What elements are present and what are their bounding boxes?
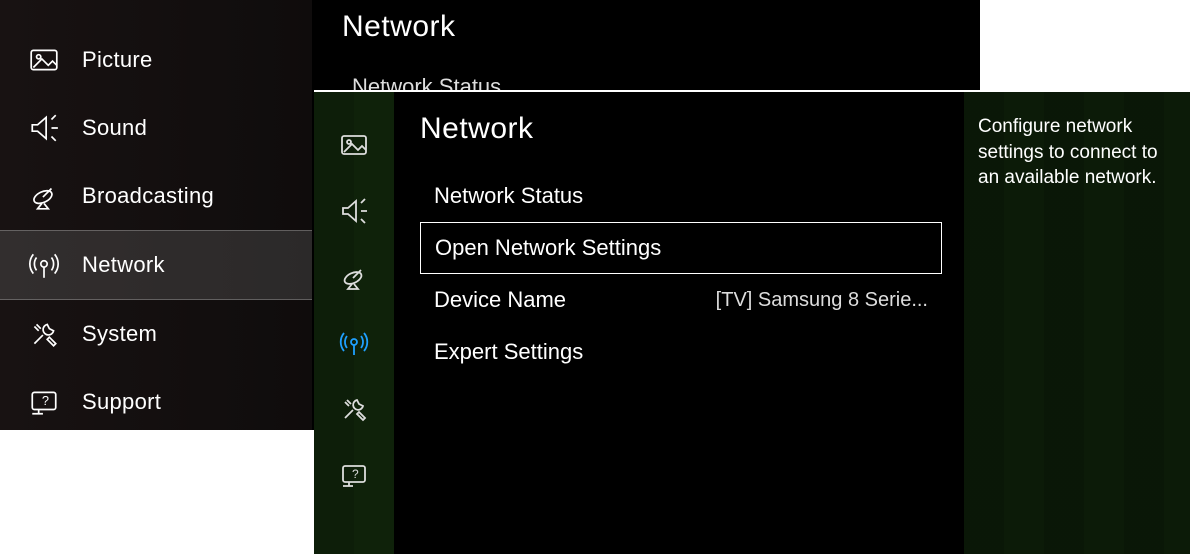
settings-sidebar: Picture Sound Broadcasting Network Syste	[0, 0, 312, 430]
sidebar-item-network[interactable]: Network	[0, 230, 312, 300]
sidebar-item-label: Picture	[82, 47, 153, 73]
sound-icon	[28, 112, 60, 144]
picture-icon	[28, 44, 60, 76]
satellite-icon[interactable]	[339, 262, 369, 292]
mini-sidebar	[314, 92, 394, 554]
sidebar-item-label: Sound	[82, 115, 147, 141]
menu-item-expert-settings[interactable]: Expert Settings	[420, 326, 942, 378]
page-title: Network	[420, 112, 942, 146]
menu-item-device-name[interactable]: Device Name [TV] Samsung 8 Serie...	[420, 274, 942, 326]
sidebar-item-label: Support	[82, 389, 161, 415]
settings-front-panel: Network Network Status Open Network Sett…	[314, 90, 1192, 556]
antenna-icon[interactable]	[339, 328, 369, 358]
sidebar-item-broadcasting[interactable]: Broadcasting	[0, 162, 312, 230]
sidebar-item-label: Broadcasting	[82, 183, 214, 209]
sidebar-item-sound[interactable]: Sound	[0, 94, 312, 162]
sound-icon[interactable]	[339, 196, 369, 226]
front-content-pane: Network Network Status Open Network Sett…	[394, 92, 964, 554]
help-pane: Configure network settings to connect to…	[964, 92, 1190, 554]
menu-item-label: Network Status	[434, 183, 583, 209]
help-text: Configure network settings to connect to…	[978, 114, 1174, 191]
sidebar-item-picture[interactable]: Picture	[0, 26, 312, 94]
tools-icon[interactable]	[339, 394, 369, 424]
menu-item-network-status[interactable]: Network Status	[420, 170, 942, 222]
tools-icon	[28, 318, 60, 350]
menu-item-label: Open Network Settings	[435, 235, 661, 261]
sidebar-item-label: Network	[82, 252, 165, 278]
satellite-icon	[28, 180, 60, 212]
sidebar-item-label: System	[82, 321, 157, 347]
antenna-icon	[28, 249, 60, 281]
sidebar-item-system[interactable]: System	[0, 300, 312, 368]
menu-item-label: Device Name	[434, 287, 566, 313]
sidebar-item-support[interactable]: Support	[0, 368, 312, 436]
support-icon	[28, 386, 60, 418]
menu-item-label: Expert Settings	[434, 339, 583, 365]
menu-item-open-network-settings[interactable]: Open Network Settings	[420, 222, 942, 274]
support-icon[interactable]	[339, 460, 369, 490]
menu-item-value: [TV] Samsung 8 Serie...	[716, 289, 928, 312]
picture-icon[interactable]	[339, 130, 369, 160]
back-page-title: Network	[342, 10, 950, 44]
